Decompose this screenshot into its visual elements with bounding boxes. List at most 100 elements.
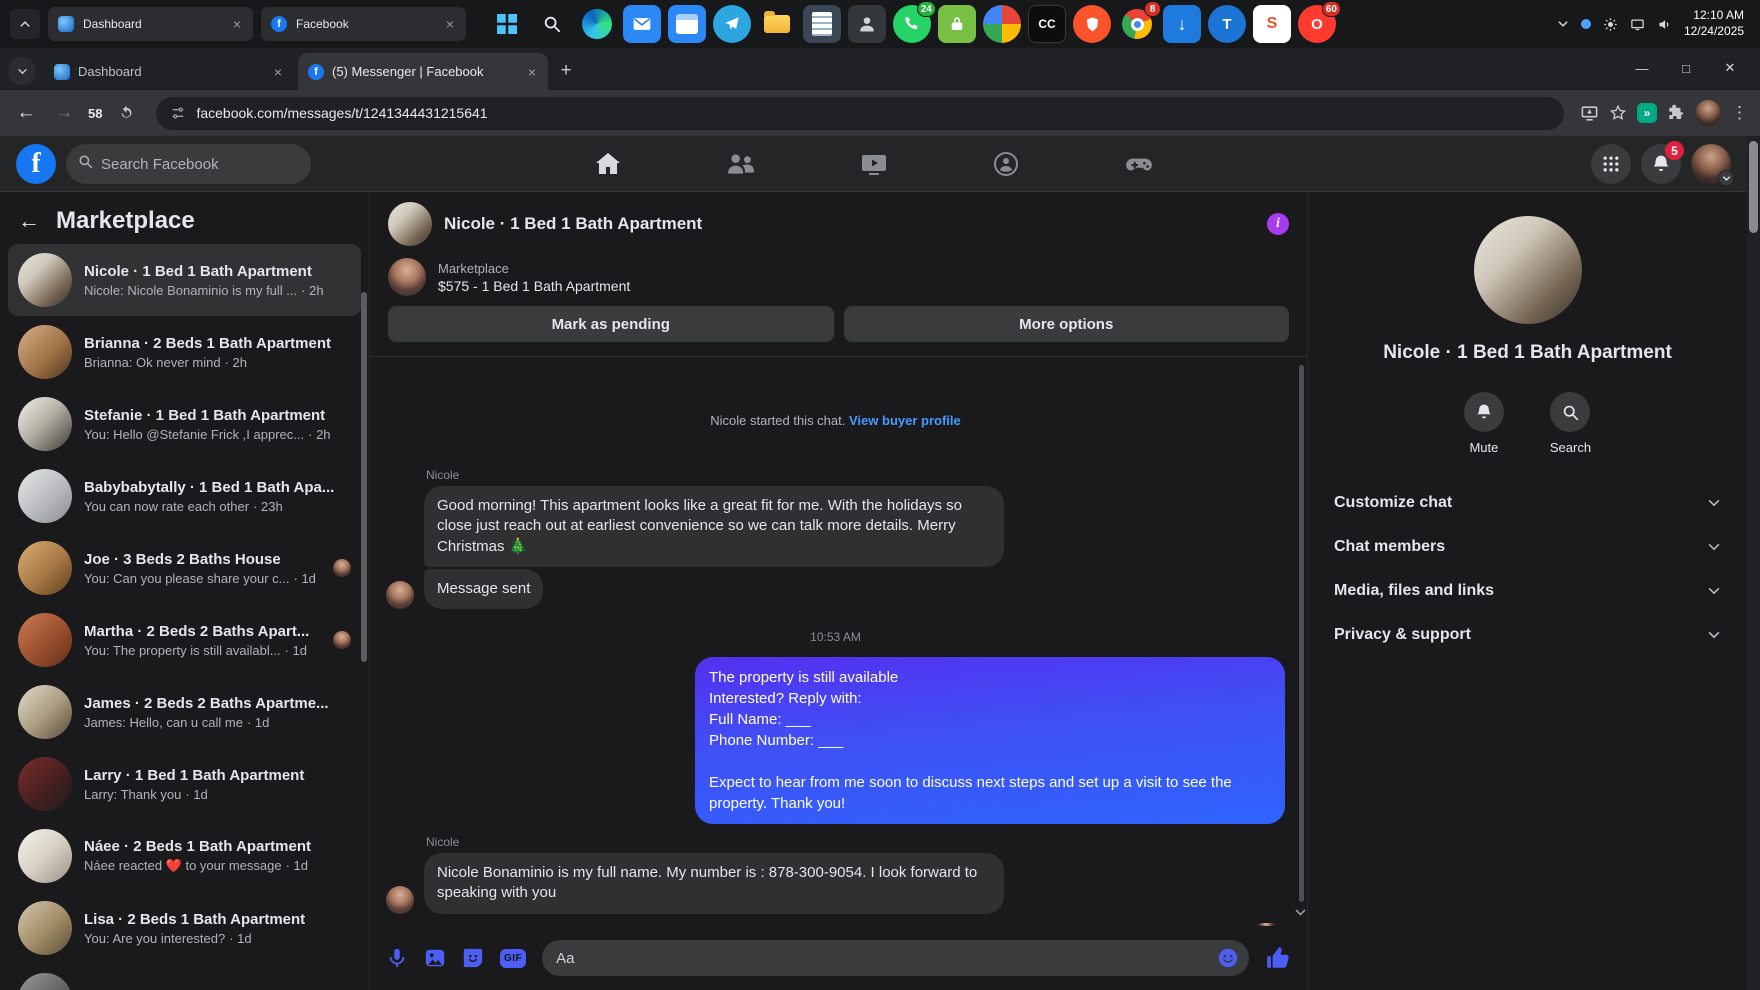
install-app-icon[interactable] bbox=[1580, 104, 1599, 123]
incoming-message-bubble[interactable]: Good morning! This apartment looks like … bbox=[424, 486, 1004, 567]
telegram-icon[interactable] bbox=[713, 5, 751, 43]
taskbar-clock[interactable]: 12:10 AM 12/24/2025 bbox=[1684, 8, 1744, 39]
calendar-app-icon[interactable] bbox=[668, 5, 706, 43]
conversation-item-larry[interactable]: Larry · 1 Bed 1 Bath Apartment Larry: Th… bbox=[8, 748, 361, 820]
watch-icon[interactable] bbox=[860, 150, 888, 178]
extensions-puzzle-icon[interactable] bbox=[1667, 104, 1685, 122]
sidebar-scrollbar[interactable] bbox=[361, 292, 367, 662]
reload-button[interactable] bbox=[112, 105, 140, 122]
conversation-item-elizabeth[interactable]: Elizabeth · 3 Beds 2 Baths Ho... bbox=[8, 964, 361, 990]
close-icon[interactable]: × bbox=[444, 16, 456, 32]
brightness-icon[interactable] bbox=[1603, 17, 1618, 32]
notepad-icon[interactable] bbox=[803, 5, 841, 43]
brave-browser-icon[interactable] bbox=[1073, 5, 1111, 43]
marketplace-listing[interactable]: Marketplace $575 - 1 Bed 1 Bath Apartmen… bbox=[370, 256, 1307, 306]
friends-icon[interactable] bbox=[726, 149, 756, 179]
groups-icon[interactable] bbox=[992, 150, 1020, 178]
message-input[interactable] bbox=[556, 949, 1209, 967]
tab-search-button[interactable] bbox=[8, 57, 36, 85]
profile-avatar[interactable] bbox=[1691, 144, 1734, 186]
mail-app-icon[interactable] bbox=[623, 5, 661, 43]
gif-icon[interactable]: GIF bbox=[500, 948, 527, 968]
conversation-item-stefanie[interactable]: Stefanie · 1 Bed 1 Bath Apartment You: H… bbox=[8, 388, 361, 460]
conversation-item-nicole[interactable]: Nicole · 1 Bed 1 Bath Apartment Nicole: … bbox=[8, 244, 361, 316]
apps-grid-icon[interactable] bbox=[1591, 144, 1631, 184]
search-input[interactable] bbox=[101, 155, 299, 173]
attach-image-icon[interactable] bbox=[424, 947, 446, 969]
browser-profile-avatar[interactable] bbox=[1695, 100, 1721, 126]
browser-tab-dashboard[interactable]: Dashboard × bbox=[44, 53, 294, 90]
outgoing-message-bubble[interactable]: The property is still available Interest… bbox=[695, 657, 1285, 824]
view-buyer-profile-link[interactable]: View buyer profile bbox=[849, 413, 961, 428]
close-window-button[interactable]: ✕ bbox=[1708, 53, 1752, 83]
section-customize-chat[interactable]: Customize chat bbox=[1324, 481, 1731, 525]
home-icon[interactable] bbox=[594, 150, 622, 178]
sticker-icon[interactable] bbox=[462, 947, 484, 969]
display-cast-icon[interactable] bbox=[1630, 17, 1645, 32]
conversation-item-babybabytally[interactable]: Babybabytally · 1 Bed 1 Bath Apa... You … bbox=[8, 460, 361, 532]
facebook-logo[interactable]: f bbox=[16, 144, 56, 184]
conversation-item-naee[interactable]: Náee · 2 Beds 1 Bath Apartment Náee reac… bbox=[8, 820, 361, 892]
back-arrow-icon[interactable]: ← bbox=[18, 210, 40, 232]
incoming-message-bubble[interactable]: Nicole Bonaminio is my full name. My num… bbox=[424, 853, 1004, 914]
chrome-browser-icon[interactable]: 8 bbox=[1118, 1, 1161, 43]
bookmark-star-icon[interactable] bbox=[1609, 104, 1627, 122]
emoji-icon[interactable] bbox=[1217, 947, 1239, 969]
scrollbar-thumb[interactable] bbox=[1749, 141, 1758, 233]
conversation-item-james[interactable]: James · 2 Beds 2 Baths Apartme... James:… bbox=[8, 676, 361, 748]
conversation-item-joe[interactable]: Joe · 3 Beds 2 Baths House You: Can you … bbox=[8, 532, 361, 604]
chat-info-icon[interactable]: i bbox=[1267, 213, 1289, 235]
section-privacy-support[interactable]: Privacy & support bbox=[1324, 613, 1731, 657]
conversation-item-lisa[interactable]: Lisa · 2 Beds 1 Bath Apartment You: Are … bbox=[8, 892, 361, 964]
maximize-button[interactable]: □ bbox=[1664, 53, 1708, 83]
close-tab-icon[interactable]: × bbox=[526, 64, 538, 80]
incoming-message-bubble[interactable]: Message sent bbox=[424, 568, 544, 609]
sender-avatar[interactable] bbox=[386, 885, 414, 914]
whatsapp-icon[interactable]: 24 bbox=[893, 1, 936, 43]
chat-avatar[interactable] bbox=[388, 202, 432, 246]
site-info-icon[interactable] bbox=[170, 105, 186, 121]
edge-browser-icon[interactable] bbox=[578, 5, 616, 43]
tray-chevron-icon[interactable] bbox=[1557, 18, 1569, 30]
chat-scrollbar[interactable] bbox=[1299, 365, 1304, 902]
taskbar-window-dashboard[interactable]: Dashboard × bbox=[48, 7, 253, 41]
page-scrollbar[interactable] bbox=[1747, 136, 1760, 990]
file-explorer-icon[interactable] bbox=[758, 5, 796, 43]
download-manager-icon[interactable]: ↓ bbox=[1163, 5, 1201, 43]
forward-button[interactable]: → bbox=[50, 102, 78, 124]
voice-clip-icon[interactable] bbox=[386, 947, 408, 969]
volume-icon[interactable] bbox=[1657, 17, 1672, 32]
pinned-extension-icon[interactable]: » bbox=[1637, 103, 1657, 123]
message-input-wrap[interactable] bbox=[542, 940, 1249, 976]
mute-button[interactable]: Mute bbox=[1463, 392, 1504, 455]
sender-avatar[interactable] bbox=[386, 581, 414, 609]
search-icon[interactable] bbox=[533, 5, 571, 43]
more-options-button[interactable]: More options bbox=[843, 306, 1289, 342]
password-manager-icon[interactable] bbox=[938, 5, 976, 43]
like-thumb-icon[interactable] bbox=[1265, 945, 1291, 971]
taskbar-window-facebook[interactable]: f Facebook × bbox=[261, 7, 466, 41]
gaming-icon[interactable] bbox=[1124, 149, 1154, 179]
shopee-icon[interactable]: S bbox=[1253, 5, 1291, 43]
back-button[interactable]: ← bbox=[12, 102, 40, 124]
facebook-search[interactable] bbox=[66, 144, 311, 184]
taskbar-chevron-up-icon[interactable] bbox=[10, 9, 40, 39]
conversation-item-martha[interactable]: Martha · 2 Beds 2 Baths Apart... You: Th… bbox=[8, 604, 361, 676]
close-icon[interactable]: × bbox=[231, 16, 243, 32]
opera-browser-icon[interactable]: O 60 bbox=[1298, 1, 1341, 43]
browser-tab-messenger[interactable]: f (5) Messenger | Facebook × bbox=[298, 53, 548, 90]
section-media-files-links[interactable]: Media, files and links bbox=[1324, 569, 1731, 613]
start-button-icon[interactable] bbox=[488, 5, 526, 43]
conversation-item-brianna[interactable]: Brianna · 2 Beds 1 Bath Apartment Briann… bbox=[8, 316, 361, 388]
section-chat-members[interactable]: Chat members bbox=[1324, 525, 1731, 569]
browser-menu-icon[interactable]: ⋮ bbox=[1731, 103, 1748, 123]
minimize-button[interactable]: — bbox=[1620, 53, 1664, 83]
thunderbird-icon[interactable]: T bbox=[1208, 5, 1246, 43]
address-bar[interactable]: facebook.com/messages/t/1241344431215641 bbox=[156, 96, 1564, 130]
bluetooth-status-icon[interactable] bbox=[1580, 19, 1591, 29]
capcut-icon[interactable]: CC bbox=[1028, 5, 1066, 43]
close-tab-icon[interactable]: × bbox=[272, 64, 284, 80]
notifications-bell-icon[interactable]: 5 bbox=[1641, 141, 1684, 184]
tab-counter-badge[interactable]: 58 bbox=[88, 106, 102, 121]
search-in-conversation-button[interactable]: Search bbox=[1550, 392, 1591, 455]
